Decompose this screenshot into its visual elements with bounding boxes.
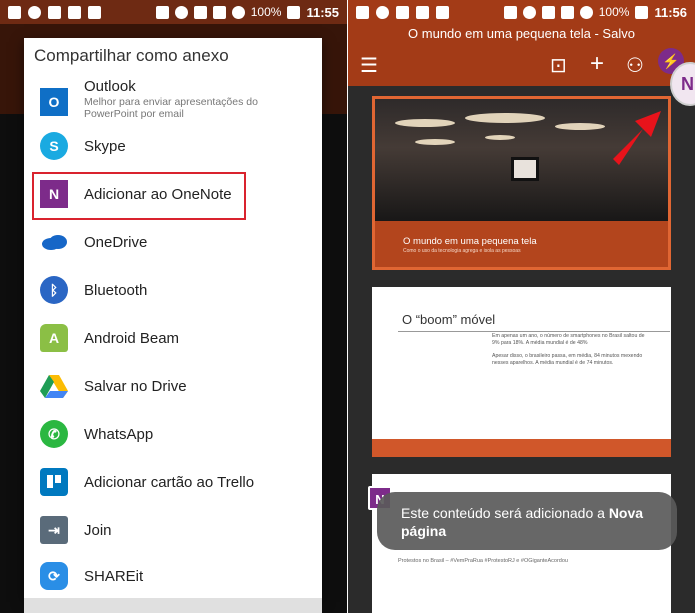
data-saver-icon [579, 5, 593, 19]
shareit-icon: ⟳ [40, 562, 68, 590]
add-slide-icon[interactable]: + [590, 52, 604, 76]
signal-icon [560, 5, 574, 19]
share-item-onedrive[interactable]: OneDrive [24, 220, 322, 264]
onedrive-icon [40, 228, 68, 256]
vibrate-icon [155, 5, 169, 19]
slide-1-subtitle: Como o uso da tecnologia agrega e isola … [403, 248, 521, 254]
share-item-label: Join [84, 521, 112, 539]
toast-message: Este conteúdo será adicionado a Nova pág… [377, 492, 677, 550]
slide-1-title: O mundo em uma pequena tela [403, 236, 537, 247]
share-item-outlook[interactable]: O Outlook Melhor para enviar apresentaçõ… [24, 76, 322, 128]
right-screenshot: 100% 11:56 O mundo em uma pequena tela -… [348, 0, 695, 613]
whatsapp-icon: ✆ [40, 420, 68, 448]
alarm-icon [174, 5, 188, 19]
share-item-shareit[interactable]: ⟳ SHAREit [24, 554, 322, 598]
share-item-trello[interactable]: Adicionar cartão ao Trello [24, 460, 322, 504]
sheet-bottom-edge [24, 598, 322, 613]
share-item-label: Skype [84, 137, 126, 155]
menu-icon[interactable]: ☰ [360, 56, 378, 76]
skype-icon: S [40, 132, 68, 160]
alarm-icon [522, 5, 536, 19]
share-item-bluetooth[interactable]: ᛒ Bluetooth [24, 268, 322, 312]
share-item-label: OneDrive [84, 233, 148, 251]
image-icon [48, 5, 61, 19]
slide-thumbnail-1[interactable]: O mundo em uma pequena tela Como o uso d… [372, 96, 671, 270]
message-icon [8, 5, 21, 19]
vibrate-icon [503, 5, 517, 19]
share-item-label: Outlook [84, 78, 136, 95]
outlook-icon: O [40, 88, 68, 116]
share-item-label: WhatsApp [84, 425, 154, 443]
share-item-android-beam[interactable]: A Android Beam [24, 316, 322, 360]
share-item-subtitle: Melhor para enviar apresentações do Powe… [84, 96, 258, 120]
wifi-icon [541, 5, 555, 19]
document-title: O mundo em uma pequena tela - Salvo [348, 24, 695, 46]
download-icon [88, 5, 101, 19]
android-beam-icon: A [40, 324, 68, 352]
image-icon [396, 5, 409, 19]
arrow-icon [613, 111, 661, 165]
share-item-label: SHAREit [84, 567, 144, 585]
share-item-label: Bluetooth [84, 281, 148, 299]
share-icon[interactable]: ⚇ [626, 56, 644, 76]
toast-text: Este conteúdo será adicionado a [401, 505, 609, 521]
toolbar: ☰ ⊡ + ⚇ [348, 46, 695, 86]
present-icon[interactable]: ⊡ [550, 56, 567, 76]
crowd-photo [375, 99, 668, 221]
slide-thumbnail-2[interactable]: O “boom” móvel Em apenas um ano, o númer… [372, 287, 671, 457]
share-item-skype[interactable]: S Skype [24, 124, 322, 168]
slide-2-bullet: Em apenas um ano, o número de smartphone… [492, 333, 645, 346]
share-item-label: Android Beam [84, 329, 180, 347]
share-sheet-title: Compartilhar como anexo [34, 46, 229, 65]
slide-2-bullet: Apesar disso, o brasileiro passa, em méd… [492, 353, 643, 366]
share-item-join[interactable]: ⇥ Join [24, 508, 322, 552]
bluetooth-icon: ᛒ [40, 276, 68, 304]
battery-icon [635, 5, 649, 19]
share-item-whatsapp[interactable]: ✆ WhatsApp [24, 412, 322, 456]
slide-2-title: O “boom” móvel [402, 312, 496, 327]
status-bar: 100% 11:55 [0, 0, 347, 24]
notification-icon [416, 5, 429, 19]
highlight-box [32, 172, 246, 220]
share-item-drive[interactable]: Salvar no Drive [24, 364, 322, 408]
slide-2-footer-bar [372, 439, 671, 457]
share-item-label: Adicionar cartão ao Trello [84, 473, 255, 491]
whatsapp-status-icon [28, 5, 41, 19]
data-saver-icon [231, 5, 245, 19]
wifi-icon [193, 5, 207, 19]
notification-icon [68, 5, 81, 19]
whatsapp-status-icon [376, 5, 389, 19]
battery-percent: 100% [250, 5, 282, 19]
share-sheet: Compartilhar como anexo O Outlook Melhor… [24, 38, 322, 598]
share-item-label: Salvar no Drive [84, 377, 187, 395]
clock: 11:55 [306, 4, 339, 20]
google-drive-icon [40, 372, 68, 400]
join-icon: ⇥ [40, 516, 68, 544]
status-bar: 100% 11:56 [348, 0, 695, 24]
clock: 11:56 [654, 4, 687, 20]
message-icon [356, 5, 369, 19]
left-screenshot: 100% 11:55 Compartilhar como anexo O Out… [0, 0, 347, 613]
phone-in-photo [511, 157, 539, 181]
download-icon [436, 5, 449, 19]
slide-3-footer: Protestos no Brasil – #VemPraRua #Protes… [398, 558, 568, 564]
trello-icon [40, 468, 68, 496]
signal-icon [212, 5, 226, 19]
battery-icon [287, 5, 301, 19]
battery-percent: 100% [598, 5, 630, 19]
slide-2-rule [398, 331, 670, 332]
